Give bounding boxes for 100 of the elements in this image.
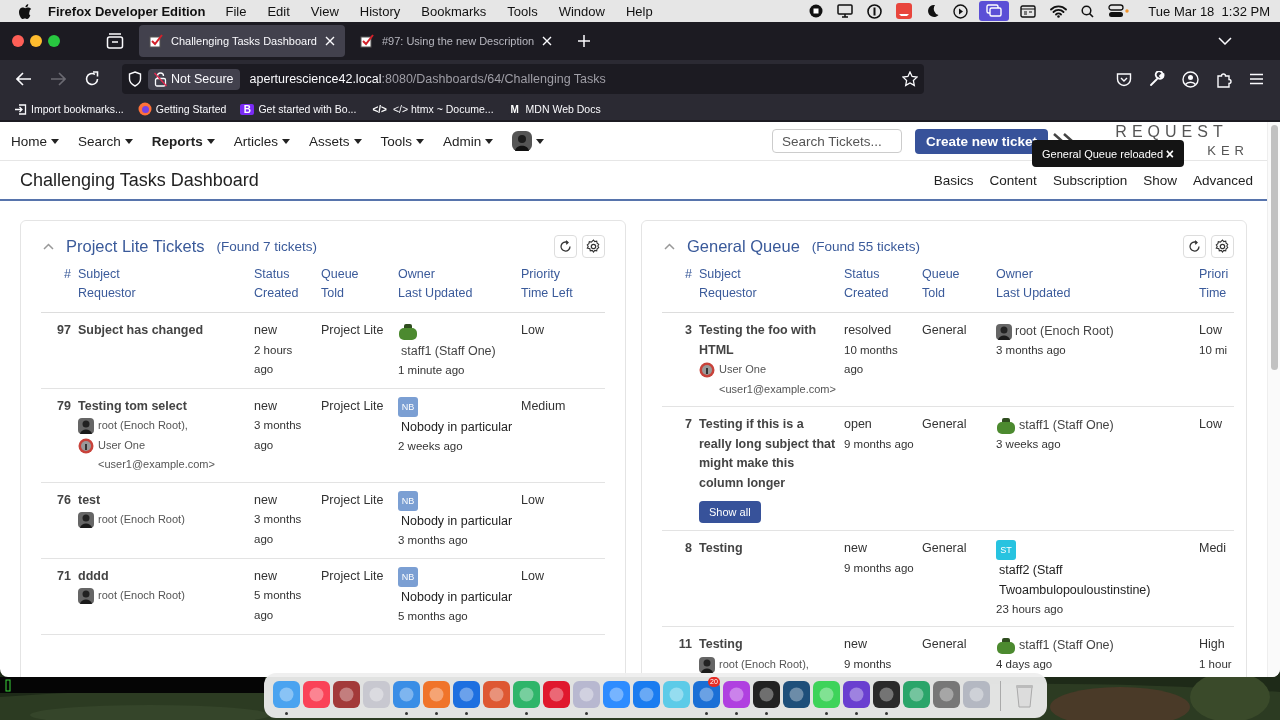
- account-icon[interactable]: [1182, 70, 1199, 88]
- pocket-icon[interactable]: [1116, 71, 1132, 87]
- tray-icon[interactable]: [106, 33, 124, 49]
- nav-menu[interactable]: Articles: [233, 133, 291, 149]
- nav-menu[interactable]: Assets: [309, 133, 362, 149]
- ticket-subject-link[interactable]: Testing: [699, 635, 743, 655]
- menu-item[interactable]: File: [225, 3, 247, 19]
- card-icon[interactable]: [1020, 4, 1037, 18]
- app-icon[interactable]: [873, 680, 900, 708]
- menu-item[interactable]: Tools: [507, 3, 538, 19]
- ticket-subject-link[interactable]: Subject has changed: [78, 321, 204, 341]
- column-header[interactable]: Created: [254, 284, 314, 303]
- requestor-name[interactable]: root (Enoch Root),: [719, 654, 809, 675]
- column-header[interactable]: Status: [254, 265, 314, 284]
- ticket-subject-link[interactable]: Testing if this is a really long subject that might make this column longer: [699, 415, 837, 493]
- apple-icon[interactable]: [19, 3, 32, 19]
- owner-name[interactable]: staff1 (Staff One): [401, 341, 496, 361]
- user-menu[interactable]: [512, 131, 545, 151]
- column-header[interactable]: #: [64, 265, 71, 284]
- panel-title[interactable]: General Queue: [687, 236, 800, 256]
- column-header[interactable]: Last Updated: [996, 284, 1192, 303]
- column-header[interactable]: Told: [321, 284, 391, 303]
- reload-icon[interactable]: [84, 71, 100, 87]
- column-header[interactable]: Subject: [699, 265, 837, 284]
- ticket-number[interactable]: 71: [41, 566, 71, 627]
- page-menu-link[interactable]: Advanced: [1192, 172, 1253, 188]
- column-header[interactable]: Owner: [996, 265, 1192, 284]
- column-header[interactable]: Queue: [321, 265, 391, 284]
- scrollbar[interactable]: [1270, 125, 1278, 370]
- owner-name[interactable]: staff2 (Staff Twoambulopouloustinstine): [999, 559, 1192, 600]
- star-icon[interactable]: [902, 71, 918, 87]
- requestor-name[interactable]: User One <user1@example.com>: [98, 435, 247, 475]
- settings-button[interactable]: [582, 234, 605, 258]
- column-header[interactable]: Requestor: [699, 284, 837, 303]
- chevron-up-icon[interactable]: [43, 242, 54, 250]
- show-all-button[interactable]: Show all: [699, 501, 761, 523]
- puzzle-icon[interactable]: [1216, 70, 1232, 88]
- page-menu-link[interactable]: Content: [989, 172, 1037, 188]
- requestor-name[interactable]: root (Enoch Root),: [98, 416, 188, 436]
- owner-name[interactable]: Nobody in particular: [401, 587, 513, 608]
- owner-name[interactable]: root (Enoch Root): [1015, 321, 1114, 341]
- ticket-number[interactable]: 3: [662, 321, 692, 399]
- wifi-icon[interactable]: [1050, 4, 1068, 18]
- back-icon[interactable]: [16, 72, 32, 86]
- nav-menu[interactable]: Reports: [151, 133, 215, 149]
- address-bar[interactable]: Not Secure aperturescience42.local:8080/Dashboards/64/Challenging Tasks: [122, 64, 924, 94]
- ticket-number[interactable]: 11: [662, 635, 692, 675]
- url-text[interactable]: aperturescience42.local:8080/Dashboards/64/Challenging Tasks: [249, 72, 606, 86]
- owner-name[interactable]: Nobody in particular: [401, 417, 513, 438]
- new-tab-icon[interactable]: [577, 34, 592, 48]
- bookmark-link[interactable]: B Get started with Bo...: [240, 103, 357, 115]
- browser-tab[interactable]: #97: Using the new Description: [349, 25, 563, 57]
- column-header[interactable]: Requestor: [78, 284, 247, 303]
- app-icon[interactable]: [753, 680, 780, 708]
- security-chip[interactable]: Not Secure: [148, 68, 240, 90]
- bookmark-link[interactable]: </> </> htmx ~ Docume...: [370, 103, 494, 115]
- menu-item[interactable]: Bookmarks: [421, 3, 487, 19]
- column-header[interactable]: Time: [1199, 284, 1234, 303]
- page-menu-link[interactable]: Subscription: [1052, 172, 1128, 188]
- minimize-window-button[interactable]: [30, 35, 42, 47]
- ticket-number[interactable]: 79: [41, 396, 71, 475]
- monitor-icon[interactable]: [837, 4, 854, 18]
- owner-name[interactable]: Nobody in particular: [401, 511, 513, 532]
- column-header[interactable]: Last Updated: [398, 284, 514, 303]
- bookmark-link[interactable]: Getting Started: [137, 102, 227, 116]
- menu-item[interactable]: View: [310, 3, 339, 19]
- page-menu-link[interactable]: Basics: [933, 172, 974, 188]
- app-icon[interactable]: [783, 680, 810, 708]
- requestor-name[interactable]: root (Enoch Root): [98, 510, 185, 530]
- requestor-name[interactable]: User One <user1@example.com>: [719, 360, 837, 399]
- record-icon[interactable]: [809, 4, 824, 18]
- nav-menu[interactable]: Home: [11, 133, 59, 149]
- ticket-number[interactable]: 76: [41, 490, 71, 551]
- refresh-button[interactable]: [1183, 234, 1206, 258]
- column-header[interactable]: Subject: [78, 265, 247, 284]
- ticket-number[interactable]: 97: [41, 321, 71, 381]
- nav-menu[interactable]: Admin: [443, 133, 494, 149]
- chevron-up-icon[interactable]: [664, 242, 675, 250]
- column-header[interactable]: Priori: [1199, 265, 1234, 284]
- ticket-subject-link[interactable]: Testing the foo with HTML: [699, 321, 837, 360]
- ticket-number[interactable]: 8: [662, 539, 692, 620]
- column-header[interactable]: Priority: [521, 265, 605, 284]
- nav-menu[interactable]: Search: [78, 133, 133, 149]
- ticket-subject-link[interactable]: dddd: [78, 566, 109, 587]
- search-field[interactable]: Search Tickets...: [771, 129, 902, 153]
- close-window-button[interactable]: [12, 35, 24, 47]
- play-icon[interactable]: [953, 3, 969, 19]
- ring-icon[interactable]: [867, 3, 883, 19]
- column-header[interactable]: Time Left: [521, 284, 605, 303]
- column-header[interactable]: Told: [922, 284, 989, 303]
- moon-icon[interactable]: [926, 4, 940, 18]
- bookmark-link[interactable]: M MDN Web Docs: [507, 103, 601, 115]
- menu-item[interactable]: Edit: [267, 3, 290, 19]
- ticket-number[interactable]: 7: [662, 415, 692, 523]
- column-header[interactable]: Created: [844, 284, 915, 303]
- close-button[interactable]: ×: [1165, 145, 1174, 162]
- column-header[interactable]: #: [685, 265, 692, 284]
- bookmark-link[interactable]: Import bookmarks...: [14, 102, 124, 116]
- owner-name[interactable]: staff1 (Staff One): [1019, 415, 1114, 435]
- column-header[interactable]: Status: [844, 265, 915, 284]
